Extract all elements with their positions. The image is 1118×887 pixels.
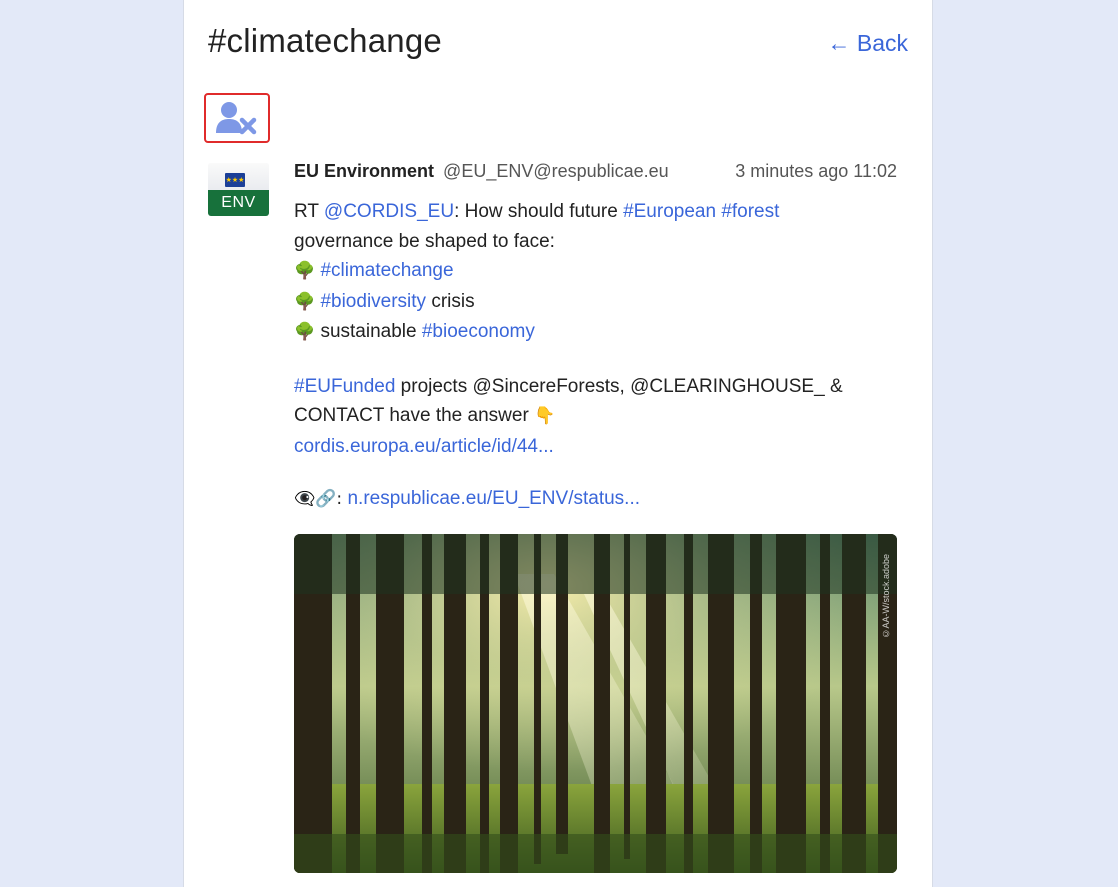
- avatar[interactable]: ★★★ ENV: [208, 163, 269, 216]
- post-line: CONTACT have the answer 👇: [294, 401, 894, 432]
- post-line: governance be shaped to face:: [294, 230, 555, 252]
- user-x-icon: [216, 102, 257, 135]
- post-line: 🌳 #biodiversity crisis: [294, 287, 894, 318]
- rt-prefix: RT: [294, 201, 324, 222]
- author-handle[interactable]: @EU_ENV@respublicae.eu: [443, 161, 669, 181]
- post-image[interactable]: ©AA-W/stock.adobe: [294, 534, 897, 873]
- unfollow-hashtag-button[interactable]: [204, 93, 270, 143]
- hashtag-link[interactable]: #EUFunded: [294, 376, 395, 397]
- post-line: RT @CORDIS_EU: How should future #Europe…: [294, 197, 894, 227]
- tree-icon: 🌳: [294, 291, 316, 312]
- mention-link[interactable]: @CORDIS_EU: [324, 201, 454, 222]
- source-icon: 👁‍🗨🔗:: [294, 489, 348, 509]
- forest-image: [294, 534, 897, 873]
- hashtag-link[interactable]: #climatechange: [320, 260, 453, 281]
- post-text: CONTACT have the answer: [294, 405, 535, 426]
- post-header: EU Environment @EU_ENV@respublicae.eu 3 …: [294, 159, 897, 183]
- post-text: crisis: [426, 290, 475, 312]
- tree-icon: 🌳: [294, 322, 316, 342]
- post-line: 👁‍🗨🔗: n.respublicae.eu/EU_ENV/status...: [294, 484, 894, 515]
- avatar-logo: ★★★: [208, 163, 269, 191]
- post-text: sustainable: [315, 321, 422, 342]
- post-timestamp[interactable]: 3 minutes ago 11:02: [735, 159, 897, 183]
- hashtag-link[interactable]: #forest: [721, 201, 779, 222]
- back-link[interactable]: ← Back: [827, 30, 908, 57]
- hashtag-link[interactable]: #biodiversity: [320, 291, 426, 312]
- tree-icon: 🌳: [294, 261, 316, 281]
- page-title: #climatechange: [208, 22, 442, 59]
- pointing-down-icon: 👇: [534, 406, 556, 426]
- post-line: cordis.europa.eu/article/id/44...: [294, 432, 894, 462]
- status-link[interactable]: n.respublicae.eu/EU_ENV/status...: [347, 488, 640, 509]
- post-text: : How should future: [454, 201, 624, 222]
- avatar-label: ENV: [208, 190, 269, 216]
- author-name[interactable]: EU Environment: [294, 161, 434, 181]
- article-link[interactable]: cordis.europa.eu/article/id/44...: [294, 436, 554, 457]
- hashtag-link[interactable]: #European: [623, 201, 716, 222]
- post-content: RT @CORDIS_EU: How should future #Europe…: [294, 197, 894, 515]
- timeline-panel: #climatechange ← Back ★★★ ENV EU Environ…: [183, 0, 933, 887]
- post-line: #EUFunded projects @SincereForests, @CLE…: [294, 372, 894, 402]
- post-line: 🌳 #climatechange: [294, 256, 894, 287]
- post-text: projects @SincereForests, @CLEARINGHOUSE…: [395, 375, 843, 397]
- eu-flag-icon: ★★★: [225, 173, 245, 187]
- post-line: 🌳 sustainable #bioeconomy: [294, 317, 894, 348]
- image-credit: ©AA-W/stock.adobe: [881, 554, 891, 639]
- hashtag-link[interactable]: #bioeconomy: [422, 321, 535, 342]
